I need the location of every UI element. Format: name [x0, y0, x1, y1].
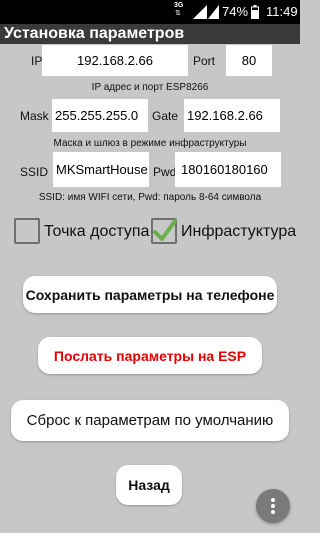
mask-hint-text: Маска и шлюз в режиме инфраструктуры: [53, 138, 247, 149]
battery-percent: 74%: [222, 4, 249, 19]
ip-hint-text: IP адрес и порт ESP8266: [91, 82, 209, 93]
signal-secondary-icon: [208, 5, 219, 19]
ssid-input[interactable]: MKSmartHouse: [53, 152, 149, 187]
infrastructure-checkbox[interactable]: [151, 218, 177, 244]
signal-icon: [193, 5, 207, 19]
app-title-bar: Установка параметров: [0, 24, 300, 44]
send-to-esp-button[interactable]: Послать параметры на ESP: [38, 337, 262, 374]
back-button[interactable]: Назад: [116, 465, 182, 505]
access-point-label: Точка доступа: [44, 223, 150, 240]
gate-label: Gate: [152, 109, 179, 123]
clock: 11:49: [266, 4, 298, 19]
network-type: 3G: [174, 2, 184, 9]
wifi-hint-text: SSID: имя WIFI сети, Pwd: пароль 8-64 си…: [38, 192, 262, 203]
pwd-label: Pwd: [153, 165, 177, 179]
check-icon: [153, 219, 177, 241]
battery-icon: [251, 5, 259, 19]
gate-input[interactable]: 192.168.2.66: [184, 99, 280, 132]
menu-dot: [271, 504, 275, 508]
save-to-phone-button[interactable]: Сохранить параметры на телефоне: [23, 276, 277, 313]
access-point-checkbox[interactable]: [14, 218, 40, 244]
ssid-label: SSID: [20, 165, 49, 179]
menu-dot: [271, 498, 275, 502]
port-label: Port: [193, 54, 216, 68]
more-vert-icon[interactable]: [256, 489, 290, 523]
status-bar: 3G ⇅ 74% 11:49: [0, 0, 300, 24]
port-input[interactable]: 80: [226, 45, 272, 76]
reset-defaults-button[interactable]: Сброс к параметрам по умолчанию: [11, 400, 289, 441]
data-activity-icon: ⇅: [175, 10, 181, 17]
page-title: Установка параметров: [4, 25, 185, 42]
infrastructure-label: Инфрастуктура: [181, 223, 297, 240]
ip-label: IP: [31, 54, 43, 68]
pwd-input[interactable]: 180160180160: [175, 152, 281, 187]
mask-input[interactable]: 255.255.255.0: [52, 99, 148, 132]
ip-input[interactable]: 192.168.2.66: [42, 45, 188, 76]
mask-label: Mask: [20, 109, 49, 123]
menu-dot: [271, 510, 275, 514]
